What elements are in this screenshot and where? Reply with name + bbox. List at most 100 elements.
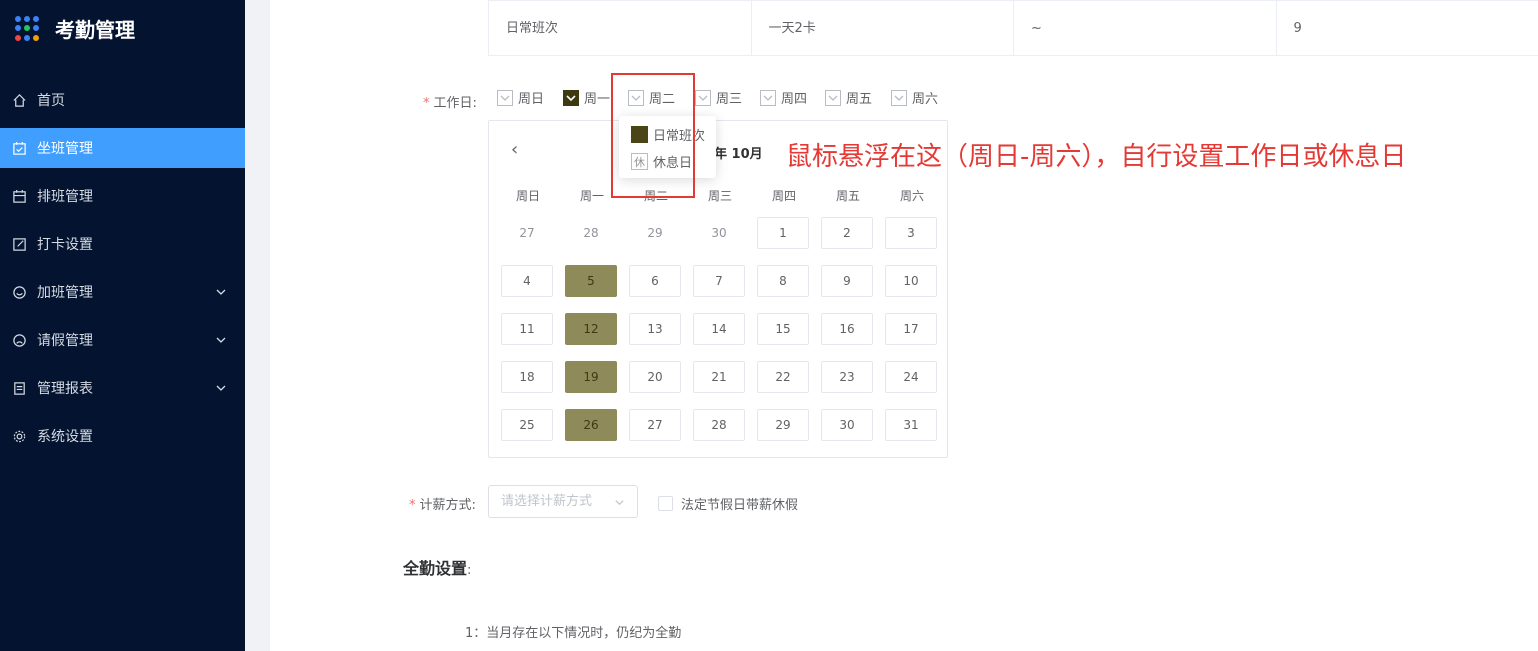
- calendar-day-cell[interactable]: 20: [629, 361, 681, 393]
- calendar-day-cell[interactable]: 7: [693, 265, 745, 297]
- calendar-day-cell[interactable]: 26: [565, 409, 617, 441]
- workday-label: * 工作日:: [423, 92, 477, 111]
- calendar-day-cell[interactable]: 25: [501, 409, 553, 441]
- weekday-label: 周五: [846, 92, 873, 107]
- calendar-day-cell[interactable]: 4: [501, 265, 553, 297]
- calendar-day-cell[interactable]: 31: [885, 409, 937, 441]
- sidebar-item-settings[interactable]: 系统设置: [0, 412, 245, 460]
- weekday-sat[interactable]: 周六: [891, 88, 938, 107]
- sidebar-item-reports[interactable]: 管理报表: [0, 364, 245, 412]
- salary-label: * 计薪方式:: [409, 494, 476, 513]
- week-header: 周四: [771, 189, 796, 203]
- required-asterisk: *: [409, 498, 416, 513]
- calendar-day-cell[interactable]: 14: [693, 313, 745, 345]
- calendar-day-cell[interactable]: 15: [757, 313, 809, 345]
- sidebar-item-label: 排班管理: [37, 189, 93, 205]
- full-attendance-colon: :: [467, 563, 472, 578]
- calendar-day-cell[interactable]: 28: [565, 217, 617, 249]
- calendar-day-cell[interactable]: 17: [885, 313, 937, 345]
- checkbox-icon[interactable]: [760, 89, 776, 106]
- weekday-thu[interactable]: 周四: [760, 88, 807, 107]
- calendar-day-cell[interactable]: 10: [885, 265, 937, 297]
- calendar-day-cell[interactable]: 2: [821, 217, 873, 249]
- week-header: 周三: [707, 189, 732, 203]
- calendar-day-cell[interactable]: 1: [757, 217, 809, 249]
- calendar-day-cell[interactable]: 16: [821, 313, 873, 345]
- app-logo: 考勤管理: [15, 14, 135, 43]
- weekday-sun[interactable]: 周日: [497, 88, 544, 107]
- calendar-day-cell[interactable]: 29: [757, 409, 809, 441]
- calendar-day-cell[interactable]: 13: [629, 313, 681, 345]
- calendar-day-cell[interactable]: 9: [821, 265, 873, 297]
- weekday-label: 周四: [781, 92, 808, 107]
- sidebar-item-label: 坐班管理: [37, 141, 93, 157]
- week-header: 周日: [515, 189, 540, 203]
- sidebar-item-home[interactable]: 首页: [0, 76, 245, 124]
- checkbox-icon[interactable]: [695, 89, 711, 106]
- calendar-day-cell[interactable]: 23: [821, 361, 873, 393]
- calendar-day-cell[interactable]: 27: [501, 217, 553, 249]
- table-cell: 9: [1275, 1, 1538, 55]
- calendar-day-cell[interactable]: 28: [693, 409, 745, 441]
- calendar-day-cell[interactable]: 22: [757, 361, 809, 393]
- sidebar-item-clock-in[interactable]: 打卡设置: [0, 220, 245, 268]
- sidebar-item-label: 系统设置: [37, 429, 93, 445]
- chevron-down-icon: [216, 337, 226, 343]
- calendar-day-cell[interactable]: 8: [757, 265, 809, 297]
- calendar-day-cell[interactable]: 30: [693, 217, 745, 249]
- annotation-text: 鼠标悬浮在这（周日-周六），自行设置工作日或休息日: [786, 142, 1407, 172]
- checkbox-icon[interactable]: [497, 89, 513, 106]
- week-header: 周六: [899, 189, 924, 203]
- chevron-left-icon[interactable]: ‹: [511, 139, 518, 160]
- sidebar-item-label: 打卡设置: [37, 237, 93, 253]
- table-cell: 一天2卡: [750, 1, 1014, 55]
- calendar-day-cell[interactable]: 30: [821, 409, 873, 441]
- chevron-down-icon: [216, 385, 226, 391]
- calendar-week-header: 周日 周一 周二 周三 周四 周五 周六: [489, 187, 949, 204]
- weekday-wed[interactable]: 周三: [695, 88, 742, 107]
- weekday-mon[interactable]: 周一: [563, 88, 610, 107]
- sidebar-item-attendance[interactable]: 坐班管理: [0, 128, 245, 168]
- calendar-day-cell[interactable]: 3: [885, 217, 937, 249]
- calendar-day-cell[interactable]: 21: [693, 361, 745, 393]
- calendar-day-cell[interactable]: 11: [501, 313, 553, 345]
- salary-label-text: 计薪方式:: [419, 498, 476, 513]
- sad-icon: [13, 333, 26, 347]
- checkbox-checked-icon[interactable]: [563, 89, 579, 106]
- holiday-paid-label: 法定节假日带薪休假: [681, 498, 799, 513]
- gear-icon: [13, 430, 26, 442]
- table-cell: 日常班次: [488, 1, 751, 55]
- checkbox-icon[interactable]: [658, 496, 673, 511]
- workday-label-text: 工作日:: [433, 96, 477, 111]
- calendar-day-cell[interactable]: 6: [629, 265, 681, 297]
- sidebar-item-label: 请假管理: [37, 333, 93, 349]
- calendar-day-cell[interactable]: 29: [629, 217, 681, 249]
- home-icon: [13, 93, 26, 107]
- calendar-icon: [13, 189, 26, 203]
- checkbox-icon[interactable]: [891, 89, 907, 106]
- sidebar-item-overtime[interactable]: 加班管理: [0, 268, 245, 316]
- holiday-paid-checkbox[interactable]: 法定节假日带薪休假: [658, 494, 798, 513]
- calendar-day-cell[interactable]: 5: [565, 265, 617, 297]
- edit-icon: [13, 237, 26, 251]
- calendar-day-cell[interactable]: 24: [885, 361, 937, 393]
- salary-select-placeholder: 请选择计薪方式: [501, 494, 593, 509]
- sidebar-item-leave[interactable]: 请假管理: [0, 316, 245, 364]
- full-attendance-note: 1：当月存在以下情况时，仍纪为全勤: [465, 626, 682, 641]
- calendar-day-cell[interactable]: 18: [501, 361, 553, 393]
- salary-select[interactable]: 请选择计薪方式: [488, 485, 638, 518]
- annotation-highlight-box: [611, 73, 695, 198]
- weekday-label: 周日: [518, 92, 545, 107]
- sidebar-item-label: 管理报表: [37, 381, 93, 397]
- weekday-fri[interactable]: 周五: [825, 88, 872, 107]
- table-cell: ~: [1013, 1, 1276, 55]
- sidebar-item-label: 加班管理: [37, 285, 93, 301]
- sidebar-item-shift[interactable]: 排班管理: [0, 172, 245, 220]
- calendar-day-cell[interactable]: 12: [565, 313, 617, 345]
- calendar-day-cell[interactable]: 19: [565, 361, 617, 393]
- calendar-day-cell[interactable]: 27: [629, 409, 681, 441]
- full-attendance-title-text: 全勤设置: [403, 559, 468, 578]
- calendar-title: 年 10月: [714, 147, 763, 162]
- content-gutter: [245, 0, 270, 651]
- checkbox-icon[interactable]: [825, 89, 841, 106]
